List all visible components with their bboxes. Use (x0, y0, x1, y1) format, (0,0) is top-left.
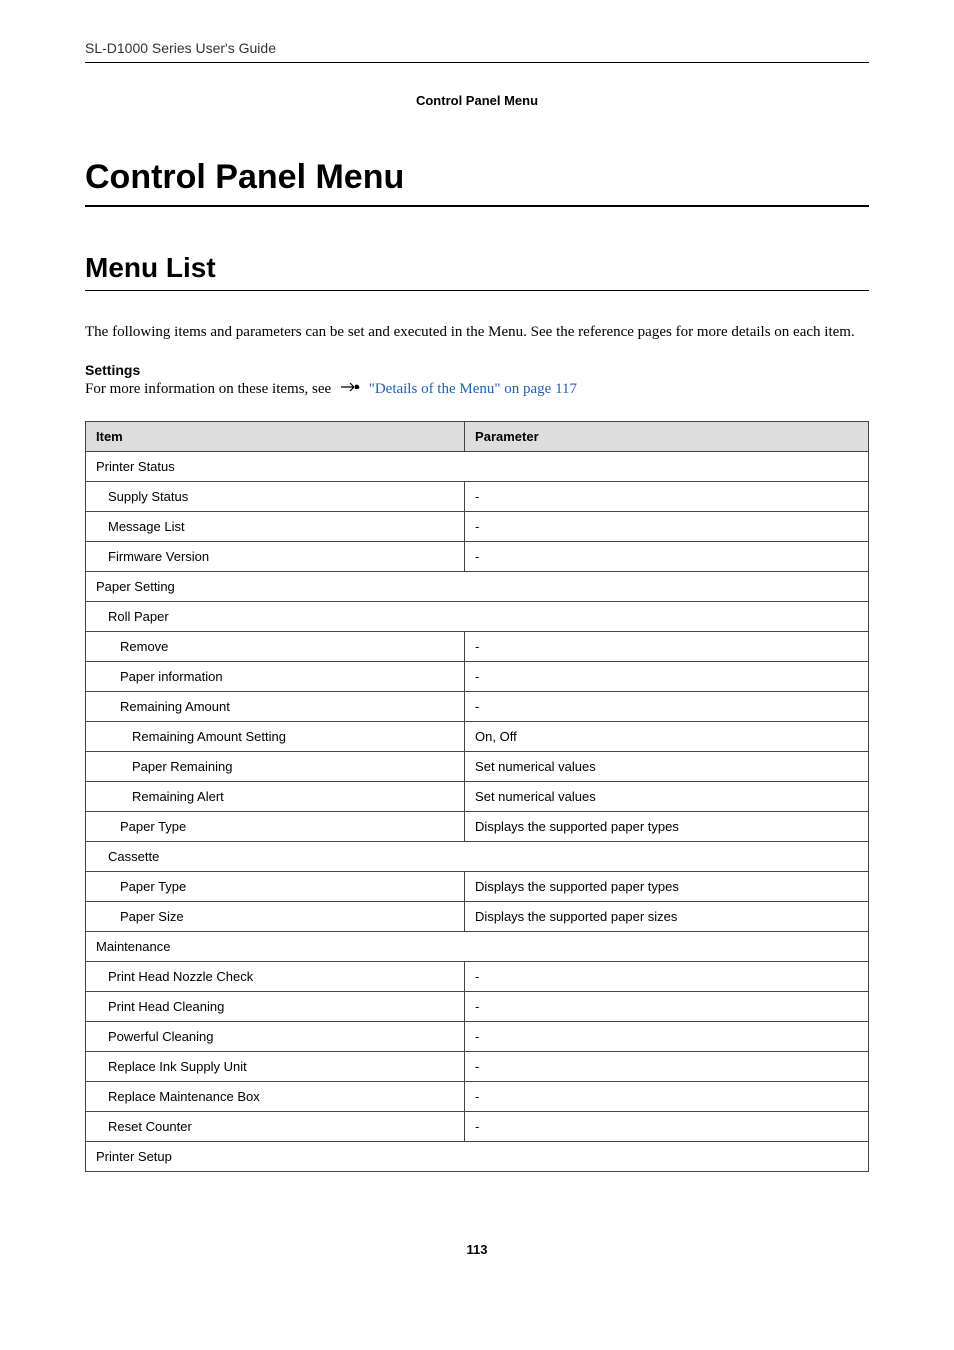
section-cell: Paper Setting (86, 571, 869, 601)
col-header-parameter: Parameter (465, 421, 869, 451)
table-row: Remove- (86, 631, 869, 661)
item-cell: Remaining Amount Setting (86, 721, 465, 751)
item-cell: Message List (86, 511, 465, 541)
section-cell: Roll Paper (86, 601, 869, 631)
table-row: Paper TypeDisplays the supported paper t… (86, 811, 869, 841)
settings-label: Settings (85, 362, 869, 378)
item-cell: Remaining Amount (86, 691, 465, 721)
reference-text: For more information on these items, see… (85, 380, 869, 399)
table-row: Remaining Amount- (86, 691, 869, 721)
item-cell: Print Head Cleaning (86, 991, 465, 1021)
item-cell: Supply Status (86, 481, 465, 511)
table-row: Powerful Cleaning- (86, 1021, 869, 1051)
parameter-cell: - (465, 541, 869, 571)
parameter-cell: - (465, 691, 869, 721)
table-row: Firmware Version- (86, 541, 869, 571)
parameter-cell: Set numerical values (465, 751, 869, 781)
section-cell: Printer Status (86, 451, 869, 481)
parameter-cell: Set numerical values (465, 781, 869, 811)
parameter-cell: Displays the supported paper types (465, 811, 869, 841)
table-header-row: Item Parameter (86, 421, 869, 451)
section-cell: Printer Setup (86, 1141, 869, 1171)
hand-pointer-icon (340, 380, 362, 399)
breadcrumb: Control Panel Menu (85, 93, 869, 108)
item-cell: Firmware Version (86, 541, 465, 571)
item-cell: Print Head Nozzle Check (86, 961, 465, 991)
table-row: Cassette (86, 841, 869, 871)
item-cell: Paper Type (86, 871, 465, 901)
section-cell: Maintenance (86, 931, 869, 961)
parameter-cell: - (465, 1021, 869, 1051)
doc-title: SL-D1000 Series User's Guide (85, 40, 869, 56)
parameter-cell: - (465, 1081, 869, 1111)
table-row: Replace Maintenance Box- (86, 1081, 869, 1111)
parameter-cell: On, Off (465, 721, 869, 751)
page-heading-2: Menu List (85, 252, 869, 291)
parameter-cell: - (465, 1111, 869, 1141)
item-cell: Paper Size (86, 901, 465, 931)
parameter-cell: - (465, 481, 869, 511)
parameter-cell: - (465, 631, 869, 661)
ref-prefix: For more information on these items, see (85, 380, 335, 396)
table-row: Paper RemainingSet numerical values (86, 751, 869, 781)
item-cell: Paper information (86, 661, 465, 691)
item-cell: Paper Type (86, 811, 465, 841)
item-cell: Powerful Cleaning (86, 1021, 465, 1051)
parameter-cell: - (465, 961, 869, 991)
item-cell: Remaining Alert (86, 781, 465, 811)
table-row: Remaining Amount SettingOn, Off (86, 721, 869, 751)
table-row: Paper SizeDisplays the supported paper s… (86, 901, 869, 931)
table-row: Paper Setting (86, 571, 869, 601)
menu-table: Item Parameter Printer StatusSupply Stat… (85, 421, 869, 1172)
reference-link[interactable]: "Details of the Menu" on page 117 (369, 380, 577, 396)
page-number: 113 (85, 1242, 869, 1257)
parameter-cell: - (465, 991, 869, 1021)
parameter-cell: - (465, 1051, 869, 1081)
table-row: Reset Counter- (86, 1111, 869, 1141)
table-row: Printer Setup (86, 1141, 869, 1171)
item-cell: Paper Remaining (86, 751, 465, 781)
parameter-cell: - (465, 511, 869, 541)
parameter-cell: - (465, 661, 869, 691)
table-row: Printer Status (86, 451, 869, 481)
table-row: Print Head Nozzle Check- (86, 961, 869, 991)
item-cell: Reset Counter (86, 1111, 465, 1141)
col-header-item: Item (86, 421, 465, 451)
table-row: Maintenance (86, 931, 869, 961)
table-row: Roll Paper (86, 601, 869, 631)
page-heading-1: Control Panel Menu (85, 158, 869, 207)
item-cell: Remove (86, 631, 465, 661)
table-row: Replace Ink Supply Unit- (86, 1051, 869, 1081)
table-row: Supply Status- (86, 481, 869, 511)
parameter-cell: Displays the supported paper sizes (465, 901, 869, 931)
table-row: Paper TypeDisplays the supported paper t… (86, 871, 869, 901)
table-row: Paper information- (86, 661, 869, 691)
table-row: Print Head Cleaning- (86, 991, 869, 1021)
table-row: Message List- (86, 511, 869, 541)
header-rule (85, 62, 869, 63)
intro-paragraph: The following items and parameters can b… (85, 321, 869, 344)
section-cell: Cassette (86, 841, 869, 871)
item-cell: Replace Maintenance Box (86, 1081, 465, 1111)
item-cell: Replace Ink Supply Unit (86, 1051, 465, 1081)
table-row: Remaining AlertSet numerical values (86, 781, 869, 811)
parameter-cell: Displays the supported paper types (465, 871, 869, 901)
